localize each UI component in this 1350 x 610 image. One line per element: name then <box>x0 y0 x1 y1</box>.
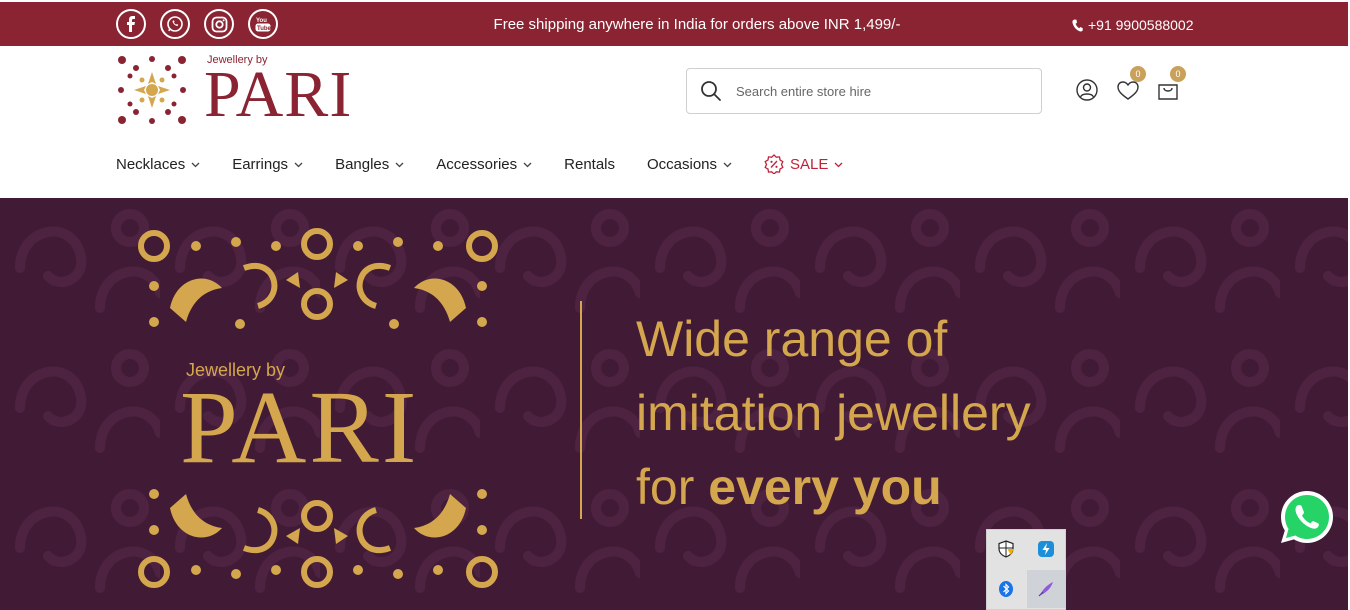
phone-icon <box>1072 19 1083 31</box>
headline-prefix: for <box>636 459 709 515</box>
system-tray-popup <box>986 529 1066 610</box>
phone-number[interactable]: +91 9900588002 <box>1072 17 1194 33</box>
search-input[interactable] <box>736 83 1016 99</box>
nav-item-bangles[interactable]: Bangles <box>335 156 404 173</box>
nav-item-label: SALE <box>790 155 829 173</box>
search-icon[interactable] <box>700 80 722 102</box>
nav-item-accessories[interactable]: Accessories <box>436 156 532 173</box>
cart-count-badge: 0 <box>1170 66 1186 82</box>
nav-item-earrings[interactable]: Earrings <box>232 156 303 173</box>
logo-wordmark[interactable]: PARI <box>204 62 352 128</box>
phone-text: +91 9900588002 <box>1088 17 1194 33</box>
chevron-down-icon <box>723 162 732 167</box>
logo-mark-icon[interactable] <box>116 54 188 126</box>
wishlist-icon[interactable] <box>1117 81 1139 101</box>
tray-item-security[interactable] <box>987 530 1025 568</box>
nav-item-label: Bangles <box>335 155 390 173</box>
chevron-down-icon <box>294 162 303 167</box>
account-icon[interactable] <box>1076 79 1098 101</box>
nav-item-label: Accessories <box>436 155 518 173</box>
tray-item-sync[interactable] <box>1027 530 1065 568</box>
chevron-down-icon <box>191 162 200 167</box>
lightning-app-icon <box>1038 541 1054 557</box>
chevron-down-icon <box>523 162 532 167</box>
banner-wordmark: PARI <box>180 370 420 485</box>
nav-item-label: Rentals <box>564 155 615 173</box>
nav-item-necklaces[interactable]: Necklaces <box>116 156 200 173</box>
tray-item-pen[interactable] <box>1027 570 1065 608</box>
headline-line-2: imitation jewellery <box>636 385 1031 441</box>
top-bar: You Tube Free shipping anywhere in India … <box>0 2 1348 46</box>
banner-headline: Wide range of imitation jewellery for ev… <box>636 302 1031 524</box>
main-nav: Necklaces Earrings Bangles Accessories R… <box>116 154 875 174</box>
chevron-down-icon <box>395 162 404 167</box>
page: You Tube Free shipping anywhere in India … <box>0 0 1350 610</box>
search-box[interactable] <box>686 68 1042 114</box>
nav-item-label: Earrings <box>232 155 289 173</box>
nav-item-rentals[interactable]: Rentals <box>564 156 615 173</box>
discount-badge-icon <box>764 154 784 174</box>
headline-line-3: for every you <box>636 450 1031 524</box>
shield-warning-icon <box>998 540 1014 558</box>
nav-item-label: Necklaces <box>116 155 186 173</box>
headline-bold: every you <box>708 459 942 515</box>
site-header: Jewellery by PARI 0 0 Necklaces Earrings… <box>0 46 1348 198</box>
pen-feather-icon <box>1038 582 1053 597</box>
bluetooth-icon <box>999 581 1013 597</box>
banner-divider <box>580 301 582 519</box>
hero-banner[interactable]: Jewellery by PARI Wide range of imitatio… <box>0 198 1348 610</box>
whatsapp-chat-icon[interactable] <box>1278 488 1336 546</box>
chevron-down-icon <box>834 162 843 167</box>
nav-item-sale[interactable]: SALE <box>764 154 843 174</box>
nav-item-occasions[interactable]: Occasions <box>647 156 732 173</box>
cart-icon[interactable] <box>1157 79 1179 101</box>
nav-item-label: Occasions <box>647 155 718 173</box>
wishlist-count-badge: 0 <box>1130 66 1146 82</box>
headline-line-1: Wide range of <box>636 311 948 367</box>
tray-item-bluetooth[interactable] <box>987 570 1025 608</box>
